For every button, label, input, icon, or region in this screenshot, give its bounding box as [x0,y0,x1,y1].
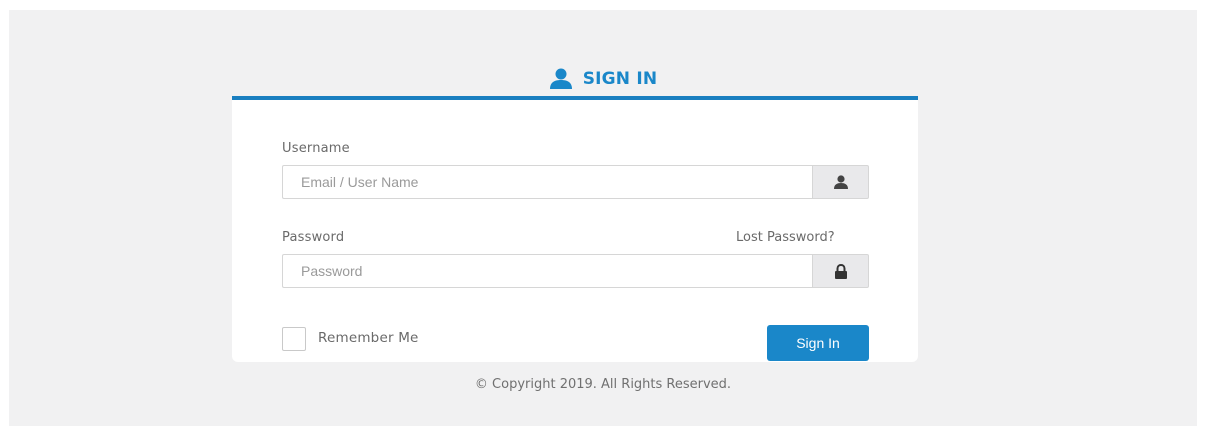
password-input-group [282,254,869,288]
username-label: Username [282,141,350,156]
remember-me-label: Remember Me [318,330,419,346]
user-icon [549,68,572,89]
remember-me-checkbox[interactable] [282,327,306,351]
username-addon [812,165,869,199]
page-title: SIGN IN [582,69,658,89]
user-icon [833,175,848,189]
username-input[interactable] [282,165,812,199]
sign-in-header: SIGN IN [9,68,1197,90]
password-input[interactable] [282,254,812,288]
lost-password-link[interactable]: Lost Password? [736,230,835,245]
sign-in-button[interactable]: Sign In [767,325,869,361]
page-background: SIGN IN Username Password Lost Password? [9,10,1197,426]
password-label: Password [282,230,345,245]
copyright-footer: © Copyright 2019. All Rights Reserved. [474,377,732,392]
password-addon [812,254,869,288]
lock-icon [834,263,847,279]
login-card: Username Password Lost Password? Reme [232,96,918,362]
username-input-group [282,165,869,199]
